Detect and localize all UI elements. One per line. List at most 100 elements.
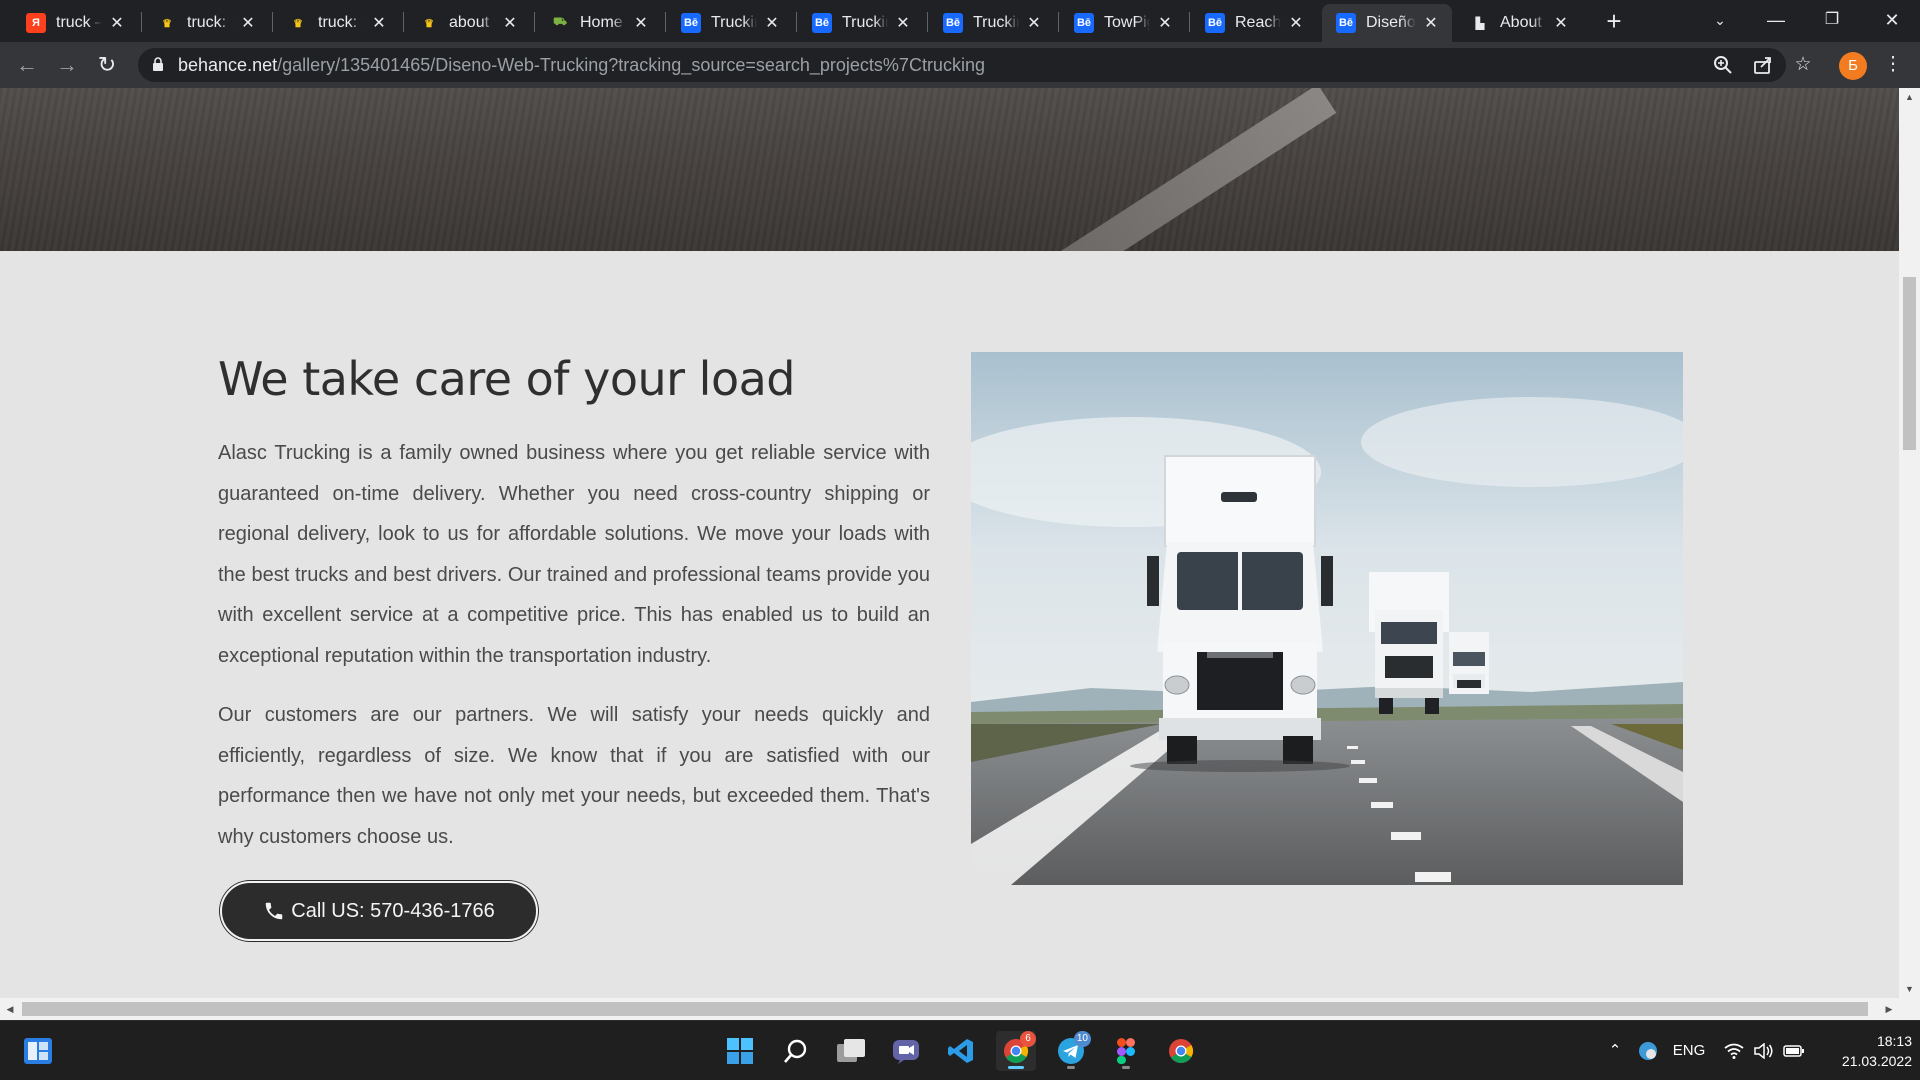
close-icon[interactable]: ✕: [370, 13, 388, 33]
browser-tab-active[interactable]: Bē Diseño ✕: [1322, 4, 1452, 42]
chrome-taskbar-icon[interactable]: 6: [996, 1031, 1036, 1071]
close-icon[interactable]: ✕: [894, 13, 912, 33]
search-icon[interactable]: [776, 1031, 816, 1071]
trucks-on-highway-image: [971, 352, 1683, 885]
bookmark-star-icon[interactable]: ☆: [1788, 50, 1818, 80]
browser-tab[interactable]: Bē Reach T ✕: [1191, 4, 1317, 42]
close-icon[interactable]: ✕: [632, 13, 650, 33]
close-icon[interactable]: ✕: [108, 13, 126, 33]
browser-tab[interactable]: Bē Trucking ✕: [798, 4, 924, 42]
minimize-button[interactable]: —: [1748, 0, 1804, 42]
wifi-icon[interactable]: [1720, 1021, 1748, 1080]
back-button[interactable]: ←: [12, 50, 42, 80]
browser-tab[interactable]: Я truck — ✕: [12, 4, 138, 42]
close-icon[interactable]: ✕: [1156, 13, 1174, 33]
zoom-icon[interactable]: [1708, 50, 1738, 80]
about-paragraph: Our customers are our partners. We will …: [218, 704, 930, 848]
crown-icon: ♛: [424, 17, 434, 30]
tab-separator: [665, 12, 666, 32]
url-host: behance.net: [178, 55, 278, 75]
vertical-scroll-thumb[interactable]: [1903, 277, 1916, 450]
address-bar[interactable]: behance.net/gallery/135401465/Diseno-Web…: [138, 48, 1786, 82]
browser-tab[interactable]: ♛ truck: 1 ✕: [143, 4, 269, 42]
tab-title: truck: 1: [318, 14, 364, 31]
forward-button[interactable]: →: [52, 50, 82, 80]
close-icon[interactable]: ✕: [239, 13, 257, 33]
scroll-up-arrow-icon[interactable]: ▲: [1899, 88, 1920, 106]
behance-icon: Bē: [1205, 13, 1225, 33]
scroll-left-arrow-icon[interactable]: ◀: [0, 998, 20, 1020]
volume-icon[interactable]: [1750, 1021, 1778, 1080]
tab-separator: [272, 12, 273, 32]
phone-icon: [266, 902, 283, 920]
language-indicator[interactable]: ENG: [1668, 1021, 1710, 1080]
road-banner-image: [0, 88, 1899, 282]
start-icon[interactable]: [720, 1031, 760, 1071]
vertical-scrollbar[interactable]: ▲ ▼: [1899, 88, 1920, 998]
close-icon[interactable]: ✕: [1025, 13, 1043, 33]
behance-icon: Bē: [812, 13, 832, 33]
system-clock[interactable]: 18:13 21.03.2022: [1812, 1031, 1912, 1071]
horizontal-scrollbar[interactable]: ◀ ▶: [0, 998, 1899, 1020]
tab-separator: [141, 12, 142, 32]
close-icon[interactable]: ✕: [501, 13, 519, 33]
running-indicator: [1122, 1066, 1130, 1069]
browser-tab[interactable]: Bē Trucking ✕: [929, 4, 1055, 42]
close-icon[interactable]: ✕: [1552, 13, 1570, 33]
teams-chat-icon[interactable]: [886, 1031, 926, 1071]
horizontal-scroll-thumb[interactable]: [22, 1002, 1868, 1016]
tab-title: Home: [580, 14, 623, 31]
vscode-icon[interactable]: [941, 1031, 981, 1071]
scroll-right-arrow-icon[interactable]: ▶: [1879, 998, 1899, 1020]
browser-tab[interactable]: Bē Trucking ✕: [667, 4, 793, 42]
task-view-icon[interactable]: [831, 1031, 871, 1071]
menu-icon[interactable]: ⋮: [1878, 50, 1908, 80]
tab-separator: [403, 12, 404, 32]
telegram-icon[interactable]: 10: [1051, 1031, 1091, 1071]
widgets-icon[interactable]: [18, 1031, 58, 1071]
close-icon[interactable]: ✕: [763, 13, 781, 33]
section-heading: We take care of your load: [218, 352, 796, 406]
restore-button[interactable]: ❐: [1804, 0, 1860, 42]
close-icon[interactable]: ✕: [1287, 13, 1305, 33]
tab-title: Diseño: [1366, 14, 1416, 31]
lock-icon[interactable]: [152, 57, 164, 71]
crown-icon: ♛: [162, 17, 172, 30]
url-text[interactable]: behance.net/gallery/135401465/Diseno-Web…: [178, 55, 985, 76]
crown-icon: ♛: [293, 17, 303, 30]
browser-tab[interactable]: ▙ About 1 ✕: [1456, 4, 1582, 42]
battery-icon[interactable]: [1780, 1021, 1808, 1080]
home-logo-icon: ⛟: [553, 16, 567, 28]
close-window-button[interactable]: ✕: [1864, 0, 1920, 42]
reload-button[interactable]: ↻: [92, 50, 122, 80]
new-tab-button[interactable]: +: [1598, 6, 1630, 38]
tab-search-icon[interactable]: ⌄: [1692, 0, 1748, 42]
tab-title: Reach T: [1235, 14, 1281, 31]
tab-separator: [1058, 12, 1059, 32]
figma-icon[interactable]: [1106, 1031, 1146, 1071]
scroll-down-arrow-icon[interactable]: ▼: [1899, 980, 1920, 998]
trucks-illustration: [971, 352, 1683, 885]
browser-tab[interactable]: ⛟ Home ✕: [536, 4, 662, 42]
share-icon[interactable]: [1748, 50, 1778, 80]
tray-app-icon[interactable]: [1634, 1021, 1662, 1080]
browser-tab[interactable]: ♛ truck: 1 ✕: [274, 4, 400, 42]
clock-time: 18:13: [1876, 1033, 1912, 1049]
chrome-icon[interactable]: [1161, 1031, 1201, 1071]
tab-title: TowPig: [1104, 14, 1150, 31]
call-us-button[interactable]: Call US: 570-436-1766: [220, 881, 538, 941]
yandex-icon: Я: [26, 13, 46, 33]
behance-icon: Bē: [1074, 13, 1094, 33]
chevron-up-icon[interactable]: ⌃: [1604, 1021, 1626, 1080]
profile-avatar[interactable]: Б: [1839, 52, 1867, 80]
url-path: /gallery/135401465/Diseno-Web-Trucking?t…: [277, 55, 985, 75]
tab-title: truck —: [56, 14, 102, 31]
call-us-label: Call US: 570-436-1766: [291, 899, 495, 922]
browser-tab[interactable]: Bē TowPig ✕: [1060, 4, 1186, 42]
tab-title: Trucking: [711, 14, 757, 31]
close-icon[interactable]: ✕: [1422, 13, 1440, 33]
bookmark-icon: ▙: [1475, 17, 1485, 30]
behance-icon: Bē: [943, 13, 963, 33]
scrollbar-corner: [1899, 998, 1920, 1020]
browser-tab[interactable]: ♛ about t ✕: [405, 4, 531, 42]
